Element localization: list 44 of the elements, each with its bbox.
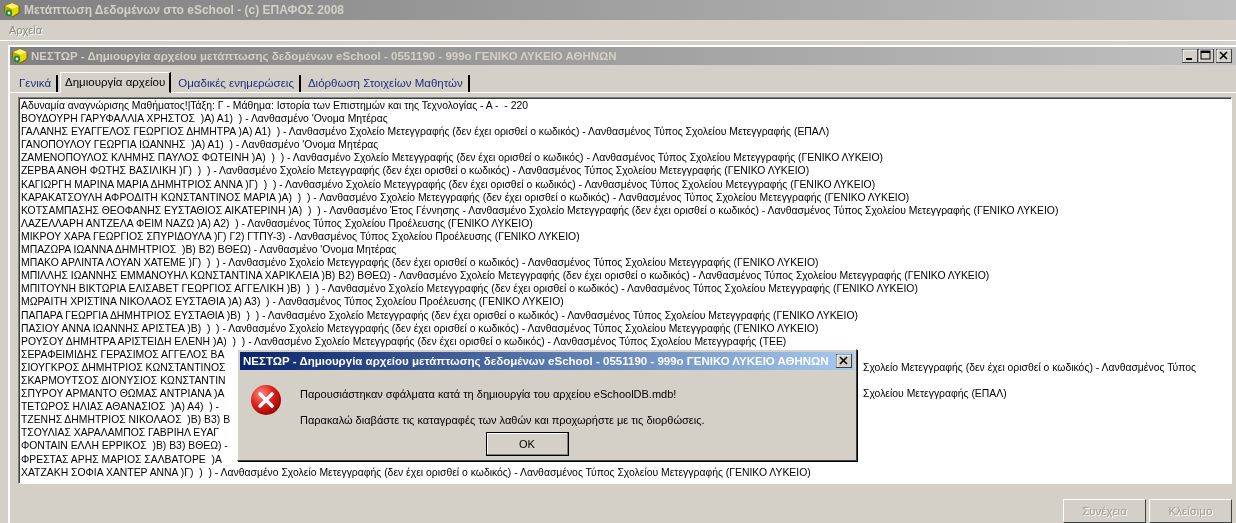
log-line: ΣΙΟΥΓΚΡΟΣ ΔΗΜΗΤΡΙΟΣ ΚΩΝΣΤΑΝΤΙΝΟΣ — [21, 360, 226, 374]
log-line: ΚΑΓΙΩΡΓΗ ΜΑΡΙΝΑ ΜΑΡΙΑ ΔΗΜΗΤΡΙΟΣ ΑΝΝΑ )Γ) ) ) - Λανθασμένο Σχολείο Μετεγγραφής (δεν έχει ορισθεί ο κωδικός) - Λανθασμένος Τύπος Σχολείου Μετεγγραφής (ΓΕΝΙΚΟ ΛΥΚΕΙΟ) — [21, 177, 876, 191]
log-line: ΦΡΕΣΤΑΣ ΑΡΗΣ ΜΑΡΙΟΣ ΣΑΛΒΑΤΟΡΕ )Α — [21, 452, 222, 466]
close-button[interactable] — [836, 354, 852, 368]
dialog-message: Παρακαλώ διαβάστε τις καταγραφές των λαθών και προχωρήστε με τις διορθώσεις. — [300, 414, 705, 426]
tab[interactable]: Δημιουργία αρχείου — [60, 72, 172, 93]
log-line: ΣΠΥΡΟΥ ΑΡΜΑΝΤΟ ΘΩΜΑΣ ΑΝΤΡΙΑΝΑ )Α — [21, 387, 225, 401]
log-line: ΜΠΙΛΛΗΣ ΙΩΑΝΝΗΣ ΕΜΜΑΝΟΥΗΛ ΚΩΝΣΤΑΝΤΙΝΑ ΧΑΡΙΚΛΕΙΑ )Β) Β2) ΒΘΕΩ) - Λανθασμένο Σχολείο Μετεγγραφής (δεν έχει ορισθεί ο κωδικός) - Λανθασμένος Τύπος Σχολείου Μετεγγραφής (ΓΕΝΙΚΟ ΛΥΚΕΙΟ) — [21, 269, 990, 283]
close-button[interactable] — [1216, 49, 1232, 63]
log-line: Αδυναμία αναγνώρισης Μαθήματος!|Τάξη: Γ - Μάθημα: Ιστορία των Επιστημών και της Τεχνολογίας - Α - - 220 — [21, 99, 528, 113]
ok-button[interactable]: OK — [485, 432, 569, 456]
dialog-title: ΝΕΣΤΩΡ - Δημιουργία αρχείου μετάπτωσης δεδομένων eSchool - 0551190 - 999ο ΓΕΝΙΚΟ ΛΥΚΕΙΟ ΑΘΗΝΩΝ — [243, 355, 829, 367]
log-line: ΓΑΛΑΝΗΣ ΕΥΑΓΓΕΛΟΣ ΓΕΩΡΓΙΟΣ ΔΗΜΗΤΡΑ )Α) Α1) ) - Λανθασμένο Σχολείο Μετεγγραφής (δεν έχει ορισθεί ο κωδικός) - Λανθασμένος Τύπος Σχολείου Μετεγγραφής (ΕΠΑΛ) — [21, 125, 830, 139]
cube-icon — [12, 48, 28, 64]
log-line: ΒΟΥΔΟΥΡΗ ΓΑΡΥΦΑΛΛΙΑ ΧΡΗΣΤΟΣ )Α) Α1) ) - Λανθασμένο 'Ονομα Μητέρας — [21, 112, 388, 126]
log-line: ΚΟΤΣΑΜΠΑΣΗΣ ΘΕΟΦΑΝΗΣ ΕΥΣΤΑΘΙΟΣ ΑΙΚΑΤΕΡΙΝΗ )Α) ) ) - Λανθασμένο Έτος Γέννησης - Λανθασμένο Σχολείο Μετεγγραφής (δεν έχει ορισθεί ο κωδικός) - Λανθασμένος Τύπος Σχολείου Μετεγγραφής (ΓΕΝΙΚΟ ΛΥΚΕΙΟ) — [21, 203, 1059, 217]
minimize-button[interactable] — [1182, 49, 1198, 63]
log-line: ΣΚΑΡΜΟΥΤΣΟΣ ΔΙΟΝΥΣΙΟΣ ΚΩΝΣΤΑΝΤΙΝ — [21, 373, 226, 388]
log-line: ΤΣΟΥΛΙΑΣ ΧΑΡΑΛΑΜΠΟΣ ΓΑΒΡΙΗΛ ΕΥΑΓ — [21, 426, 220, 440]
log-line: ΦΟΝΤΑΙΝ ΕΛΛΗ ΕΡΡΙΚΟΣ )Β) Β3) ΒΘΕΩ) - — [21, 439, 228, 453]
dialog-message: Παρουσιάστηκαν σφάλματα κατά τη δημιουργία του αρχείου eSchoolDB.mdb! — [300, 388, 678, 400]
log-line: ΛΑΖΕΛΛΑΡΗ ΑΝΤΖΕΛΑ ΦΕΙΜ ΝΑΖΩ )Α) Α2) ) - Λανθασμένος Τύπος Σχολείου Προέλευσης (ΓΕΝΙΚΟ ΛΥΚΕΙΟ) — [21, 216, 533, 230]
log-line: ΜΠΙΤΟΥΝΗ ΒΙΚΤΩΡΙΑ ΕΛΙΣΑΒΕΤ ΓΕΩΡΓΙΟΣ ΑΓΓΕΛΙΚΗ )Β) ) ) - Λανθασμένο Σχολείο Μετεγγραφής (δεν έχει ορισθεί ο κωδικός) - Λανθασμένος Τύπος Σχολείου Μετεγγραφής (ΓΕΝΙΚΟ ΛΥΚΕΙΟ) — [21, 282, 918, 296]
log-line: ΚΑΡΑΚΑΤΣΟΥΛΗ ΑΦΡΟΔΙΤΗ ΚΩΝΣΤΑΝΤΙΝΟΣ ΜΑΡΙΑ )Α) ) ) - Λανθασμένο Σχολείο Μετεγγραφής (δεν έχει ορισθεί ο κωδικός) - Λανθασμένος Τύπος Σχολείου Μετεγγραφής (ΓΕΝΙΚΟ ΛΥΚΕΙΟ) — [21, 190, 910, 204]
log-line: Σχολείο Μετεγγραφής (δεν έχει ορισθεί ο κωδικός) - Λανθασμένος Τύπος — [863, 360, 1197, 374]
log-line: ΤΕΤΩΡΟΣ ΗΛΙΑΣ ΑΘΑΝΑΣΙΟΣ )Α) Α4) ) - — [21, 400, 219, 414]
cube-icon — [4, 2, 20, 18]
log-line: Σχολείου Μετεγγραφής (ΕΠΑΛ) — [863, 387, 1007, 401]
app-title: Μετάπτωση Δεδομένων στο eSchool - (c) ΕΠΑΦΟΣ 2008 — [24, 3, 345, 17]
log-line: ΖΑΜΕΝΟΠΟΥΛΟΣ ΚΛΗΜΗΣ ΠΑΥΛΟΣ ΦΩΤΕΙΝΗ )Α) ) ) - Λανθασμένο Σχολείο Μετεγγραφής (δεν έχει ορισθεί ο κωδικός) - Λανθασμένος Τύπος Σχολείου Μετεγγραφής (ΓΕΝΙΚΟ ΛΥΚΕΙΟ) — [21, 151, 883, 165]
log-line: ΤΖΕΝΗΣ ΔΗΜΗΤΡΙΟΣ ΝΙΚΟΛΑΟΣ )Β) Β3) Β — [21, 413, 231, 427]
error-icon — [250, 384, 282, 416]
log-line: ΣΕΡΑΦΕΙΜΙΔΗΣ ΓΕΡΑΣΙΜΟΣ ΑΓΓΕΛΟΣ ΒΑ — [21, 347, 225, 361]
log-line: ΜΠΑΖΩΡΑ ΙΩΑΝΝΑ ΔΗΜΗΤΡΙΟΣ )Β) Β2) ΒΘΕΩ) - Λανθασμένο 'Ονομα Μητέρας — [21, 243, 397, 257]
log-line: ΡΟΥΣΟΥ ΔΗΜΗΤΡΑ ΑΡΙΣΤΕΙΔΗ ΕΛΕΝΗ )Α) ) ) - Λανθασμένο Σχολείο Μετεγγραφής (δεν έχει ορισθεί ο κωδικός) - Λανθασμένος Τύπος Σχολείου Μετεγγραφής (ΤΕΕ) — [21, 334, 787, 348]
log-line: ΜΙΚΡΟΥ ΧΑΡΑ ΓΕΩΡΓΙΟΣ ΣΠΥΡΙΔΟΥΛΑ )Γ) Γ2) ΓΤΠΥ-3) - Λανθασμένος Τύπος Σχολείου Προέλευσης (ΓΕΝΙΚΟ ΛΥΚΕΙΟ) — [21, 229, 580, 244]
log-line: ΜΩΡΑΙΤΗ ΧΡΙΣΤΙΝΑ ΝΙΚΟΛΑΟΣ ΕΥΣΤΑΘΙΑ )Α) Α3) ) - Λανθασμένος Τύπος Σχολείου Προέλευσης (ΓΕΝΙΚΟ ΛΥΚΕΙΟ) — [21, 295, 564, 309]
log-line: ΠΑΣΙΟΥ ΑΝΝΑ ΙΩΑΝΝΗΣ ΑΡΙΣΤΕΑ )Β) ) ) - Λανθασμένο Σχολείο Μετεγγραφής (δεν έχει ορισθεί ο κωδικός) - Λανθασμένος Τύπος Σχολείου Μετεγγραφής (ΓΕΝΙΚΟ ΛΥΚΕΙΟ) — [21, 321, 819, 335]
log-line: ΖΕΡΒΑ ΑΝΘΗ ΦΩΤΗΣ ΒΑΣΙΛΙΚΗ )Γ) ) ) - Λανθασμένο Σχολείο Μετεγγραφής (δεν έχει ορισθεί ο κωδικός) - Λανθασμένος Τύπος Σχολείου Μετεγγραφής (ΓΕΝΙΚΟ ΛΥΚΕΙΟ) — [21, 164, 810, 178]
log-line: ΓΑΝΟΠΟΥΛΟΥ ΓΕΩΡΓΙΑ ΙΩΑΝΝΗΣ )Α) Α1) ) - Λανθασμένο 'Ονομα Μητέρας — [21, 138, 379, 152]
maximize-button[interactable] — [1198, 49, 1214, 63]
log-line: ΠΑΠΑΡΑ ΓΕΩΡΓΙΑ ΔΗΜΗΤΡΙΟΣ ΕΥΣΤΑΘΙΑ )Β) ) ) - Λανθασμένο Σχολείο Μετεγγραφής (δεν έχει ορισθεί ο κωδικός) - Λανθασμένος Τύπος Σχολείου Μετεγγραφής (ΓΕΝΙΚΟ ΛΥΚΕΙΟ) — [21, 308, 858, 322]
log-line: ΜΠΑΚΟ ΑΡΛΙΝΤΑ ΛΟΥΑΝ ΧΑΤΕΜΕ )Γ) ) ) - Λανθασμένο Σχολείο Μετεγγραφής (δεν έχει ορισθεί ο κωδικός) - Λανθασμένος Τύπος Σχολείου Μετεγγραφής (ΓΕΝΙΚΟ ΛΥΚΕΙΟ) — [21, 256, 819, 270]
log-line: ΧΑΤΖΑΚΗ ΣΟΦΙΑ ΧΑΝΤΕΡ ΑΝΝΑ )Γ) ) ) - Λανθασμένο Σχολείο Μετεγγραφής (δεν έχει ορισθεί ο κωδικός) - Λανθασμένος Τύπος Σχολείου Μετεγγραφής (ΓΕΝΙΚΟ ΛΥΚΕΙΟ) — [21, 465, 811, 479]
